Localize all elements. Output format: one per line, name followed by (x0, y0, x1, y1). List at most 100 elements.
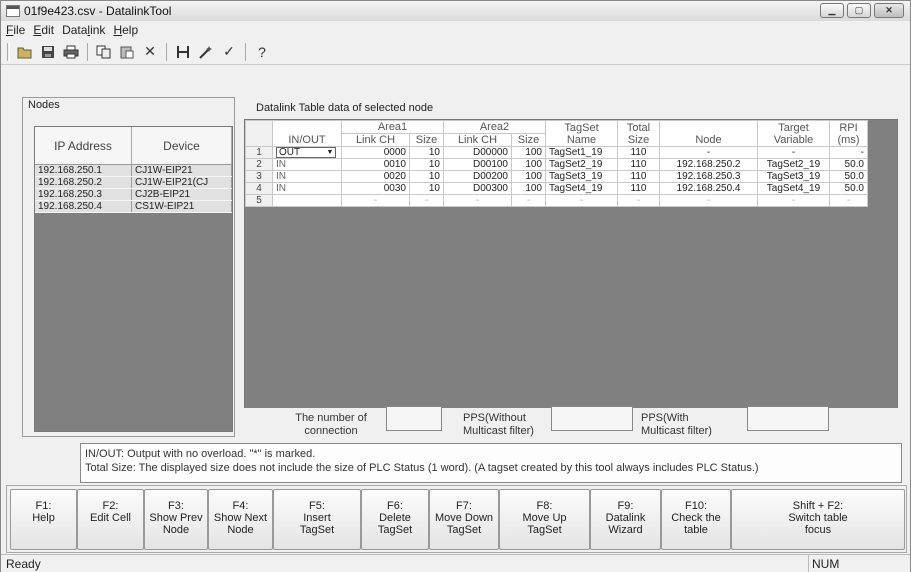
rpi-cell[interactable]: - (829, 194, 868, 207)
size-area1-cell[interactable]: - (409, 194, 444, 207)
wizard-icon[interactable] (196, 42, 216, 62)
cut-column-icon[interactable] (173, 42, 193, 62)
size-area2-cell[interactable]: - (511, 194, 546, 207)
delete-icon[interactable]: ✕ (140, 42, 160, 62)
header-link-ch-area1[interactable]: Link CH (341, 133, 410, 147)
target-variable-cell[interactable]: - (757, 194, 830, 207)
table-row[interactable]: 2 IN 0010 10 D00100 100 TagSet2_19 110 1… (245, 158, 868, 171)
f4-show-next-node-button[interactable]: F4: Show Next Node (208, 489, 273, 550)
chevron-down-icon[interactable]: ▼ (325, 148, 335, 157)
header-size-area1[interactable]: Size (409, 133, 444, 147)
size-area1-cell[interactable]: 10 (409, 146, 444, 159)
save-icon[interactable] (38, 42, 58, 62)
inout-cell[interactable]: IN (272, 182, 342, 195)
f7-move-down-tagset-button[interactable]: F7: Move Down TagSet (429, 489, 499, 550)
nodes-table[interactable]: IP Address Device 192.168.250.1 CJ1W-EIP… (34, 126, 233, 432)
total-size-cell[interactable]: 110 (617, 146, 660, 159)
menu-datalink[interactable]: Datalink (62, 23, 105, 37)
link-ch-area2-cell[interactable]: D00100 (443, 158, 512, 171)
size-area1-cell[interactable]: 10 (409, 158, 444, 171)
node-cell[interactable]: 192.168.250.2 (659, 158, 758, 171)
tagset-name-cell[interactable]: TagSet2_19 (545, 158, 618, 171)
table-row[interactable]: 192.168.250.1 CJ1W-EIP21 (35, 165, 232, 177)
size-area2-cell[interactable]: 100 (511, 158, 546, 171)
close-button[interactable]: ✕ (874, 3, 904, 18)
header-tagset-name[interactable]: TagSet Name (545, 120, 618, 147)
table-row[interactable]: 192.168.250.4 CS1W-EIP21 (35, 201, 232, 213)
header-inout[interactable]: IN/OUT (272, 120, 342, 147)
minimize-button[interactable]: ▁ (820, 3, 844, 18)
f8-move-up-tagset-button[interactable]: F8: Move Up TagSet (499, 489, 590, 550)
node-cell[interactable]: 192.168.250.3 (659, 170, 758, 183)
header-device[interactable]: Device (132, 127, 232, 164)
target-variable-cell[interactable]: - (757, 146, 830, 159)
target-variable-cell[interactable]: TagSet4_19 (757, 182, 830, 195)
inout-cell[interactable]: OUT ▼ (272, 146, 342, 159)
link-ch-area2-cell[interactable]: D00300 (443, 182, 512, 195)
link-ch-area2-cell[interactable]: - (443, 194, 512, 207)
target-variable-cell[interactable]: TagSet3_19 (757, 170, 830, 183)
link-ch-area1-cell[interactable]: 0000 (341, 146, 410, 159)
datalink-table-area[interactable]: IN/OUT Area1 Area2 TagSet Name Total Siz… (244, 119, 898, 409)
size-area2-cell[interactable]: 100 (511, 182, 546, 195)
menu-help[interactable]: Help (113, 23, 138, 37)
header-area1[interactable]: Area1 (341, 120, 444, 134)
toolbar-grip[interactable] (7, 42, 10, 61)
node-cell[interactable]: 192.168.250.4 (659, 182, 758, 195)
total-size-cell[interactable]: 110 (617, 158, 660, 171)
open-icon[interactable] (15, 42, 35, 62)
f3-show-prev-node-button[interactable]: F3: Show Prev Node (144, 489, 208, 550)
rpi-cell[interactable]: 50.0 (829, 170, 868, 183)
f1-help-button[interactable]: F1: Help (10, 489, 77, 550)
link-ch-area1-cell[interactable]: 0030 (341, 182, 410, 195)
table-row[interactable]: 1 OUT ▼ 0000 10 D00000 100 TagSet1_19 11… (245, 146, 868, 159)
inout-cell[interactable]: IN (272, 158, 342, 171)
f5-insert-tagset-button[interactable]: F5: Insert TagSet (273, 489, 361, 550)
link-ch-area1-cell[interactable]: 0020 (341, 170, 410, 183)
size-area2-cell[interactable]: 100 (511, 146, 546, 159)
check-icon[interactable]: ✓ (219, 42, 239, 62)
rpi-cell[interactable]: 50.0 (829, 182, 868, 195)
header-total-size[interactable]: Total Size (617, 120, 660, 147)
node-cell[interactable]: - (659, 194, 758, 207)
header-area2[interactable]: Area2 (443, 120, 546, 134)
rpi-cell[interactable]: - (829, 146, 868, 159)
table-row[interactable]: 5 - - - - - - - - - (245, 194, 868, 207)
size-area2-cell[interactable]: 100 (511, 170, 546, 183)
rpi-cell[interactable]: 50.0 (829, 158, 868, 171)
tagset-name-cell[interactable]: - (545, 194, 618, 207)
size-area1-cell[interactable]: 10 (409, 170, 444, 183)
tagset-name-cell[interactable]: TagSet4_19 (545, 182, 618, 195)
link-ch-area1-cell[interactable]: 0010 (341, 158, 410, 171)
size-area1-cell[interactable]: 10 (409, 182, 444, 195)
total-size-cell[interactable]: - (617, 194, 660, 207)
inout-cell[interactable] (272, 194, 342, 207)
target-variable-cell[interactable]: TagSet2_19 (757, 158, 830, 171)
menu-file[interactable]: File (6, 23, 25, 37)
print-icon[interactable] (61, 42, 81, 62)
tagset-name-cell[interactable]: TagSet3_19 (545, 170, 618, 183)
total-size-cell[interactable]: 110 (617, 170, 660, 183)
header-link-ch-area2[interactable]: Link CH (443, 133, 512, 147)
f2-edit-cell-button[interactable]: F2: Edit Cell (77, 489, 144, 550)
header-rpi[interactable]: RPI (ms) (829, 120, 868, 147)
table-row[interactable]: 4 IN 0030 10 D00300 100 TagSet4_19 110 1… (245, 182, 868, 195)
inout-cell[interactable]: IN (272, 170, 342, 183)
f10-check-table-button[interactable]: F10: Check the table (661, 489, 731, 550)
header-ip-address[interactable]: IP Address (35, 127, 133, 164)
f6-delete-tagset-button[interactable]: F6: Delete TagSet (361, 489, 429, 550)
menu-edit[interactable]: Edit (33, 23, 54, 37)
link-ch-area1-cell[interactable]: - (341, 194, 410, 207)
paste-icon[interactable] (117, 42, 137, 62)
inout-dropdown[interactable]: OUT ▼ (276, 147, 336, 158)
copy-icon[interactable] (94, 42, 114, 62)
datalink-table[interactable]: IN/OUT Area1 Area2 TagSet Name Total Siz… (245, 120, 868, 207)
table-row[interactable]: 192.168.250.3 CJ2B-EIP21 (35, 189, 232, 201)
link-ch-area2-cell[interactable]: D00200 (443, 170, 512, 183)
node-cell[interactable]: - (659, 146, 758, 159)
total-size-cell[interactable]: 110 (617, 182, 660, 195)
tagset-name-cell[interactable]: TagSet1_19 (545, 146, 618, 159)
table-row[interactable]: 3 IN 0020 10 D00200 100 TagSet3_19 110 1… (245, 170, 868, 183)
shift-f2-switch-focus-button[interactable]: Shift + F2: Switch table focus (731, 489, 905, 550)
header-size-area2[interactable]: Size (511, 133, 546, 147)
